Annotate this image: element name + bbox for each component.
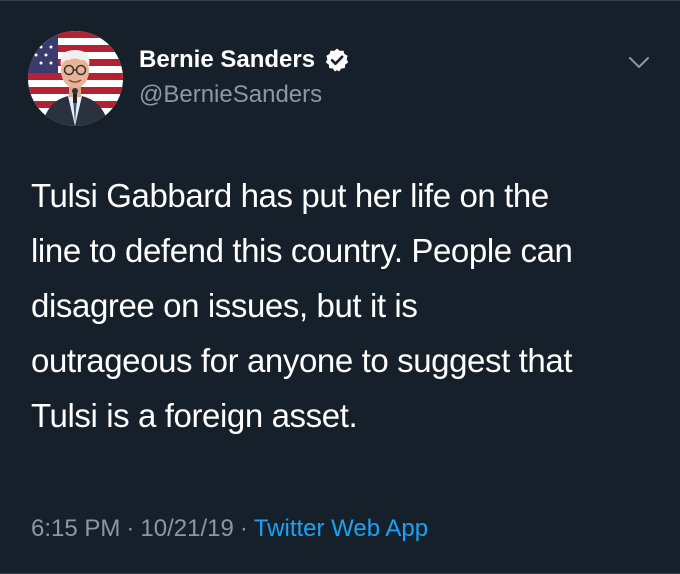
author-name-row[interactable]: Bernie Sanders — [139, 45, 350, 75]
chevron-down-icon[interactable] — [628, 56, 650, 70]
display-name[interactable]: Bernie Sanders — [139, 45, 315, 75]
tweet-text-line: line to defend this country. People can — [31, 232, 573, 269]
tweet-time[interactable]: 6:15 PM — [31, 515, 120, 542]
tweet-text-line: disagree on issues, but it is — [31, 287, 418, 324]
meta-separator: · — [239, 515, 248, 542]
tweet-card[interactable]: Bernie Sanders @BernieSanders Tulsi Gabb… — [0, 0, 680, 574]
tweet-text-line: outrageous for anyone to suggest that — [31, 342, 573, 379]
tweet-text: Tulsi Gabbard has put her life on the li… — [31, 168, 661, 443]
tweet-source-link[interactable]: Twitter Web App — [254, 515, 428, 542]
avatar-image — [28, 31, 123, 126]
author-handle[interactable]: @BernieSanders — [139, 80, 322, 110]
meta-separator: · — [126, 515, 135, 542]
tweet-text-line: Tulsi is a foreign asset. — [31, 397, 358, 434]
tweet-metadata: 6:15 PM · 10/21/19 · Twitter Web App — [31, 514, 428, 544]
verified-badge-icon — [325, 48, 349, 72]
tweet-text-line: Tulsi Gabbard has put her life on the — [31, 177, 549, 214]
avatar[interactable] — [28, 31, 123, 126]
tweet-date[interactable]: 10/21/19 — [140, 515, 233, 542]
